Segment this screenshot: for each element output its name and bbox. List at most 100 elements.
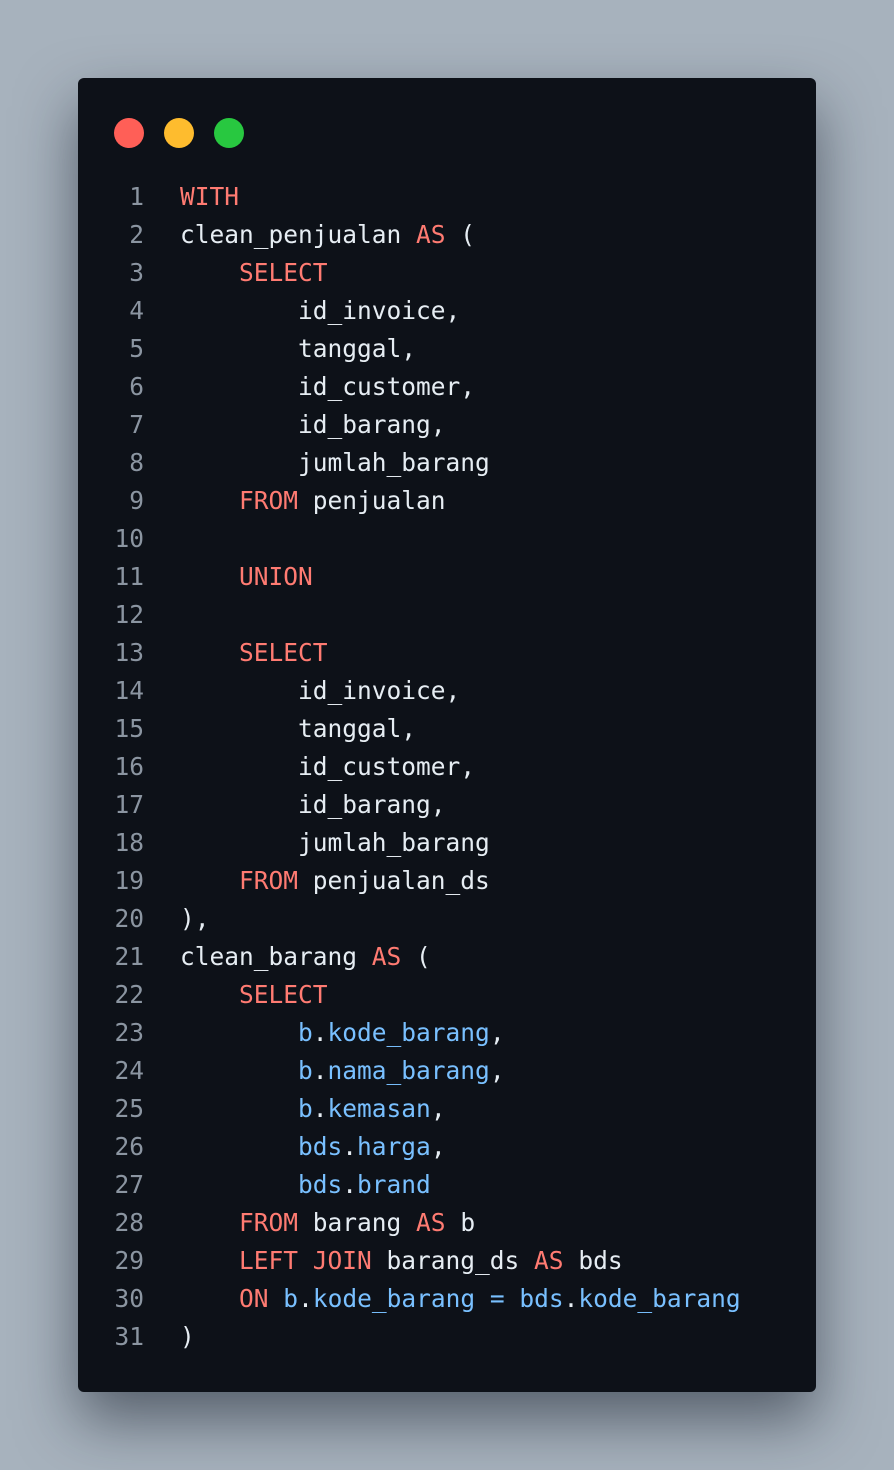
code-line: 18 jumlah_barang: [78, 824, 816, 862]
code-line: 12: [78, 596, 816, 634]
code-line: 17 id_barang,: [78, 786, 816, 824]
code-token: ,: [430, 1132, 446, 1161]
minimize-dot-icon[interactable]: [164, 118, 194, 148]
code-line: 31): [78, 1318, 816, 1356]
code-token: kemasan: [327, 1094, 431, 1123]
line-number: 5: [129, 334, 144, 363]
code-token: (: [445, 220, 476, 249]
line-text: clean_penjualan AS (: [180, 216, 475, 254]
code-line: 1 WITH: [78, 178, 816, 216]
code-token: id_invoice,: [298, 296, 461, 325]
code-line: 5 tanggal,: [78, 330, 816, 368]
code-token: id_barang,: [298, 790, 446, 819]
line-text: tanggal,: [180, 330, 416, 368]
code-line: 7 id_barang,: [78, 406, 816, 444]
code-line: 26 bds.harga,: [78, 1128, 816, 1166]
line-number: 31: [114, 1322, 144, 1351]
line-number: 29: [114, 1246, 144, 1275]
code-token: FROM: [239, 1208, 299, 1237]
code-token: kode_barang: [578, 1284, 741, 1313]
code-line: 6 id_customer,: [78, 368, 816, 406]
line-number: 4: [129, 296, 144, 325]
line-text: id_invoice,: [180, 672, 460, 710]
line-text: ): [180, 1318, 195, 1356]
code-token: bds: [298, 1132, 343, 1161]
code-token: id_invoice,: [298, 676, 461, 705]
code-token: AS: [534, 1246, 564, 1275]
line-text: id_customer,: [180, 368, 475, 406]
code-line: 4 id_invoice,: [78, 292, 816, 330]
line-number: 14: [114, 676, 144, 705]
line-number: 3: [129, 258, 144, 287]
code-token: id_barang,: [298, 410, 446, 439]
code-token: SELECT: [239, 980, 328, 1009]
code-token: .: [312, 1094, 328, 1123]
line-number: 12: [114, 600, 144, 629]
code-token: barang: [298, 1208, 417, 1237]
code-token: ): [180, 1322, 195, 1351]
code-line: 13 SELECT: [78, 634, 816, 672]
code-token: b: [298, 1018, 313, 1047]
code-token: .: [312, 1018, 328, 1047]
code-line: 22 SELECT: [78, 976, 816, 1014]
code-token: tanggal,: [298, 334, 417, 363]
code-token: bds: [298, 1170, 343, 1199]
code-token: b: [283, 1284, 299, 1313]
line-text: id_barang,: [180, 406, 446, 444]
code-token: brand: [357, 1170, 431, 1199]
code-token: (: [401, 942, 431, 971]
code-token: AS: [371, 942, 402, 971]
code-token: .: [563, 1284, 579, 1313]
code-token: SELECT: [239, 638, 328, 667]
line-number: 10: [114, 524, 144, 553]
line-text: ON b.kode_barang = bds.kode_barang: [180, 1280, 741, 1318]
code-line: 2 clean_penjualan AS (: [78, 216, 816, 254]
line-text: id_barang,: [180, 786, 446, 824]
code-line: 19 FROM penjualan_ds: [78, 862, 816, 900]
code-token: SELECT: [239, 258, 328, 287]
line-number: 19: [114, 866, 144, 895]
line-text: SELECT: [180, 254, 328, 292]
line-text: LEFT JOIN barang_ds AS bds: [180, 1242, 623, 1280]
code-token: kode_barang: [327, 1018, 490, 1047]
line-number: 1: [129, 182, 144, 211]
maximize-dot-icon[interactable]: [214, 118, 244, 148]
line-text: jumlah_barang: [180, 824, 490, 862]
code-token: ,: [430, 1094, 446, 1123]
line-text: bds.harga,: [180, 1128, 446, 1166]
code-line: 15 tanggal,: [78, 710, 816, 748]
code-line: 16 id_customer,: [78, 748, 816, 786]
line-text: b.kode_barang,: [180, 1014, 505, 1052]
code-token: id_customer,: [298, 372, 476, 401]
line-number: 9: [129, 486, 144, 515]
line-text: SELECT: [180, 976, 328, 1014]
code-token: WITH: [180, 182, 240, 211]
line-text: SELECT: [180, 634, 328, 672]
line-number: 26: [114, 1132, 144, 1161]
close-dot-icon[interactable]: [114, 118, 144, 148]
line-text: b.kemasan,: [180, 1090, 446, 1128]
line-text: UNION: [180, 558, 313, 596]
line-number: 25: [114, 1094, 144, 1123]
code-token: .: [312, 1056, 328, 1085]
line-number: 16: [114, 752, 144, 781]
code-token: AS: [416, 220, 446, 249]
code-token: id_customer,: [298, 752, 476, 781]
code-line: 28 FROM barang AS b: [78, 1204, 816, 1242]
line-number: 7: [129, 410, 144, 439]
code-line: 30 ON b.kode_barang = bds.kode_barang: [78, 1280, 816, 1318]
line-number: 17: [114, 790, 144, 819]
code-token: tanggal,: [298, 714, 417, 743]
code-token: bds: [519, 1284, 564, 1313]
